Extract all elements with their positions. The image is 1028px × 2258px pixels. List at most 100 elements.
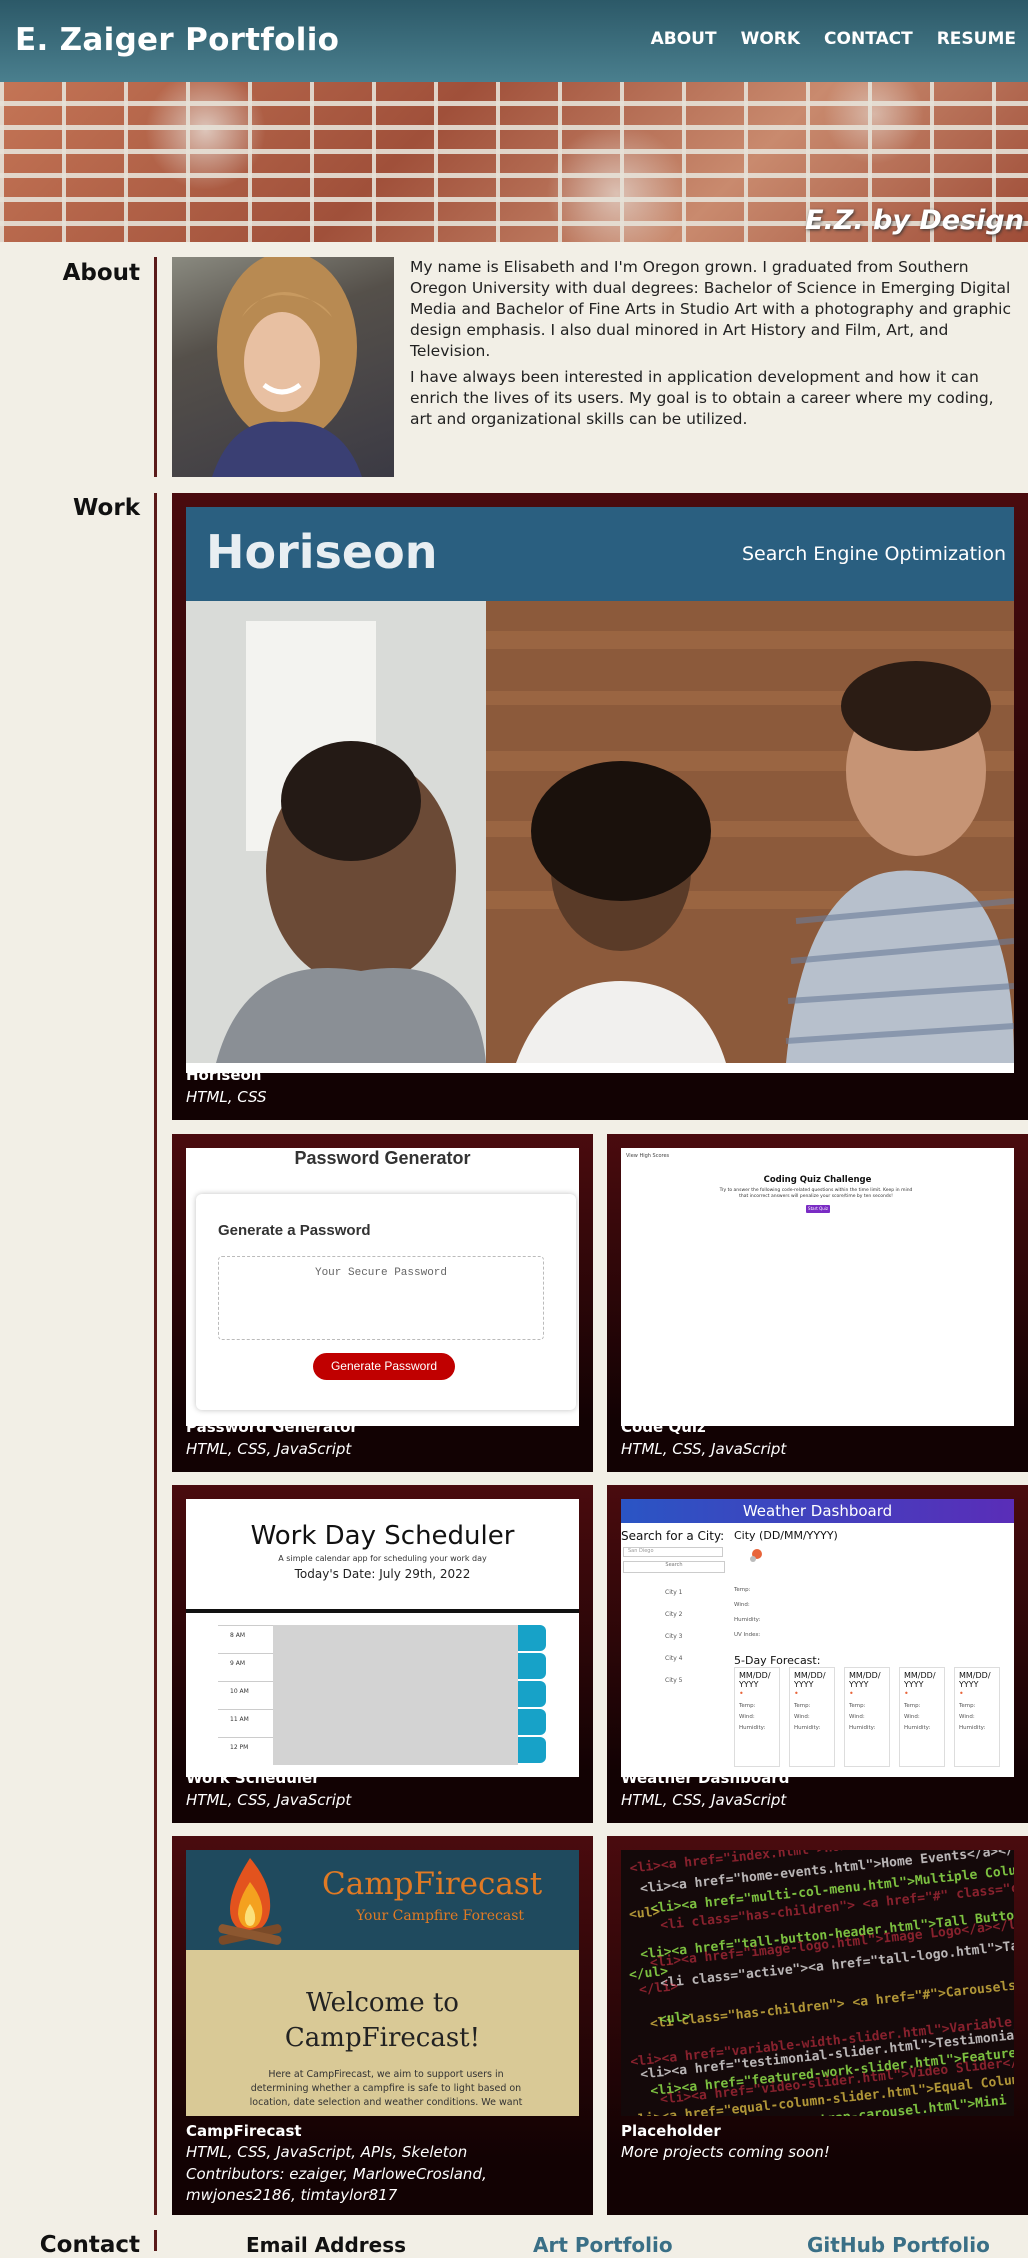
- project-screenshot: <li><a href="index.html">Home</a></li> <l…: [621, 1850, 1014, 2116]
- work-heading: Work: [73, 495, 140, 521]
- hour-label: 12 PM: [218, 1737, 273, 1767]
- about-text: My name is Elisabeth and I'm Oregon grow…: [410, 257, 1018, 435]
- weather-icon: [750, 1549, 762, 1562]
- project-card-weather-dashboard[interactable]: Weather Dashboard Search for a City: San…: [607, 1485, 1028, 1823]
- project-contributors: Contributors: ezaiger, MarloweCrosland, …: [186, 2165, 487, 2204]
- forecast-card: MM/DD/ YYYY • Temp: Wind: Humidity:: [844, 1667, 890, 1767]
- forecast-card: MM/DD/ YYYY • Temp: Wind: Humidity:: [789, 1667, 835, 1767]
- weather-icon: •: [739, 1689, 744, 1698]
- forecast-field: Humidity:: [794, 1725, 821, 1731]
- forecast-field: Temp:: [739, 1703, 756, 1709]
- forecast-date: MM/DD/ YYYY: [959, 1671, 991, 1689]
- current-field: Temp:: [734, 1587, 751, 1593]
- project-card-campfirecast[interactable]: CampFirecast Your Campfire Forecast Welc…: [172, 1836, 593, 2215]
- scheduler-date: Today's Date: July 29th, 2022: [294, 1567, 471, 1581]
- quiz-description: Try to answer the following code-related…: [719, 1188, 913, 1199]
- contact-art-portfolio-link[interactable]: Art Portfolio: [533, 2233, 673, 2257]
- forecast-field: Temp:: [904, 1703, 921, 1709]
- project-title: Work Scheduler: [186, 1769, 320, 1787]
- campfirecast-tagline: Your Campfire Forecast: [356, 1908, 525, 1924]
- hour-label: 10 AM: [218, 1681, 273, 1711]
- forecast-field: Wind:: [794, 1714, 810, 1720]
- weather-icon: •: [849, 1689, 854, 1698]
- save-icon: [518, 1653, 546, 1679]
- main-nav: ABOUT WORK CONTACT RESUME: [651, 29, 1016, 49]
- city-button: City 5: [665, 1677, 683, 1684]
- project-tech: HTML, CSS, JavaScript: [621, 1791, 787, 1809]
- current-field: UV Index:: [734, 1632, 761, 1638]
- project-title: CampFirecast: [186, 2122, 302, 2140]
- project-card-horiseon[interactable]: Horiseon Search Engine Optimization Hori…: [172, 493, 1028, 1120]
- project-title: Horiseon: [186, 1066, 262, 1084]
- quiz-highscores-link: View High Scores: [626, 1153, 670, 1159]
- forecast-field: Temp:: [794, 1703, 811, 1709]
- nav-contact[interactable]: CONTACT: [824, 29, 913, 49]
- forecast-field: Temp:: [849, 1703, 866, 1709]
- current-field: Humidity:: [734, 1617, 761, 1623]
- project-card-placeholder[interactable]: <li><a href="index.html">Home</a></li> <l…: [607, 1836, 1028, 2215]
- quiz-start-button: Start Quiz: [806, 1205, 830, 1213]
- forecast-field: Wind:: [904, 1714, 920, 1720]
- project-card-password-generator[interactable]: Password Generator Generate a Password Y…: [172, 1134, 593, 1472]
- weather-header: Weather Dashboard: [621, 1499, 1014, 1523]
- horiseon-subtitle: Search Engine Optimization: [741, 543, 1006, 565]
- forecast-field: Humidity:: [904, 1725, 931, 1731]
- project-tech: HTML, CSS, JavaScript: [186, 1440, 352, 1458]
- project-tech: More projects coming soon!: [621, 2143, 830, 2161]
- nav-about[interactable]: ABOUT: [651, 29, 717, 49]
- current-field: Wind:: [734, 1602, 750, 1608]
- save-icon: [518, 1625, 546, 1651]
- city-button: City 3: [665, 1633, 683, 1640]
- hour-label: 9 AM: [218, 1653, 273, 1683]
- password-app-title: Password Generator: [294, 1148, 471, 1168]
- hour-label: 11 AM: [218, 1709, 273, 1739]
- quiz-title: Coding Quiz Challenge: [763, 1175, 872, 1185]
- save-icon: [518, 1709, 546, 1735]
- forecast-date: MM/DD/ YYYY: [849, 1671, 881, 1689]
- campfirecast-logo: CampFirecast: [322, 1866, 543, 1902]
- about-divider: [154, 257, 157, 477]
- scheduler-text-area: [273, 1625, 518, 1765]
- forecast-date: MM/DD/ YYYY: [904, 1671, 936, 1689]
- campfirecast-intro: Here at CampFirecast, we aim to support …: [249, 2069, 523, 2108]
- current-city: City (DD/MM/YYYY): [734, 1529, 838, 1542]
- password-heading: Generate a Password: [218, 1222, 371, 1239]
- nav-resume[interactable]: RESUME: [937, 29, 1016, 49]
- forecast-field: Wind:: [959, 1714, 975, 1720]
- forecast-field: Humidity:: [739, 1725, 766, 1731]
- contact-heading: Contact: [39, 2232, 140, 2258]
- project-card-work-scheduler[interactable]: Work Day Scheduler A simple calendar app…: [172, 1485, 593, 1823]
- project-title: Password Generator: [186, 1418, 358, 1436]
- site-brand[interactable]: E. Zaiger Portfolio: [15, 22, 339, 58]
- about-paragraph: My name is Elisabeth and I'm Oregon grow…: [410, 258, 1012, 360]
- contact-email-link[interactable]: Email Address: [246, 2233, 406, 2257]
- code-line: <ul>: [628, 1904, 662, 1923]
- forecast-card: MM/DD/ YYYY • Temp: Wind: Humidity:: [899, 1667, 945, 1767]
- project-tech: HTML, CSS, JavaScript: [621, 1440, 787, 1458]
- contact-github-link[interactable]: GitHub Portfolio: [807, 2233, 990, 2257]
- horiseon-header: Horiseon Search Engine Optimization: [186, 507, 1014, 601]
- hour-label: 8 AM: [218, 1625, 273, 1655]
- forecast-field: Wind:: [849, 1714, 865, 1720]
- save-icon: [518, 1737, 546, 1763]
- project-tech: HTML, CSS, JavaScript, APIs, Skeleton: [186, 2143, 468, 2161]
- forecast-field: Humidity:: [959, 1725, 986, 1731]
- weather-icon: •: [904, 1689, 909, 1698]
- hero-tagline: E.Z. by Design: [805, 205, 1024, 236]
- generate-password-button: Generate Password: [313, 1353, 455, 1380]
- weather-search-input: San Diego: [623, 1547, 723, 1557]
- campfirecast-welcome: Welcome to CampFirecast!: [186, 1986, 579, 2056]
- project-card-code-quiz[interactable]: View High Scores Coding Quiz Challenge T…: [607, 1134, 1028, 1472]
- about-heading: About: [62, 260, 140, 286]
- scheduler-title: Work Day Scheduler: [250, 1521, 515, 1551]
- forecast-date: MM/DD/ YYYY: [739, 1671, 771, 1689]
- forecast-field: Wind:: [739, 1714, 755, 1720]
- work-divider: [154, 493, 157, 2215]
- campfirecast-header: CampFirecast Your Campfire Forecast: [186, 1850, 579, 1950]
- about-paragraph: I have always been interested in applica…: [410, 368, 994, 428]
- scheduler-header: Work Day Scheduler A simple calendar app…: [186, 1499, 579, 1613]
- project-title: Weather Dashboard: [621, 1769, 790, 1787]
- nav-work[interactable]: WORK: [741, 29, 800, 49]
- project-screenshot: Password Generator Generate a Password Y…: [186, 1148, 579, 1426]
- project-screenshot: Horiseon Search Engine Optimization: [186, 507, 1014, 1073]
